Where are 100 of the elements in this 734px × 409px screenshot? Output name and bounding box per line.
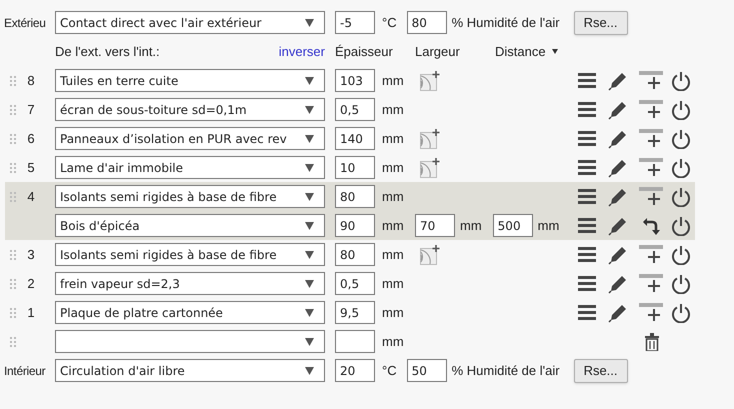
caret-icon bbox=[305, 134, 314, 142]
unit-label: mm bbox=[382, 72, 405, 90]
trash-icon[interactable] bbox=[645, 332, 659, 350]
pencil-icon[interactable] bbox=[608, 186, 627, 206]
power-icon[interactable] bbox=[671, 128, 691, 148]
layer-number: 5 bbox=[27, 160, 35, 175]
pencil-icon[interactable] bbox=[608, 158, 627, 178]
material-dropdown[interactable]: Panneaux d’isolation en PUR avec rev bbox=[55, 127, 325, 150]
material-dropdown[interactable]: Tuiles en terre cuite bbox=[55, 69, 325, 92]
menu-icon[interactable] bbox=[578, 101, 596, 118]
add-layer-icon[interactable] bbox=[639, 187, 663, 206]
thickness-field[interactable] bbox=[335, 330, 375, 353]
add-layer-icon[interactable] bbox=[639, 158, 663, 177]
temperature-field[interactable]: -5 bbox=[335, 11, 375, 34]
humidity-label: % Humidité de l'air bbox=[452, 14, 560, 32]
menu-icon[interactable] bbox=[578, 275, 596, 292]
power-icon[interactable] bbox=[671, 70, 691, 90]
material-dropdown[interactable]: Bois d'épicéa bbox=[55, 214, 325, 237]
material-dropdown[interactable]: Plaque de platre cartonnée bbox=[55, 301, 325, 324]
add-layer-icon[interactable] bbox=[639, 303, 663, 322]
add-layer-icon[interactable] bbox=[639, 274, 663, 293]
menu-icon[interactable] bbox=[578, 159, 596, 176]
pencil-icon[interactable] bbox=[608, 100, 627, 120]
unit-label: mm bbox=[382, 332, 405, 351]
power-icon[interactable] bbox=[671, 100, 691, 120]
pencil-icon[interactable] bbox=[608, 302, 627, 322]
swap-arrow-icon[interactable] bbox=[643, 216, 661, 236]
drag-handle-icon[interactable] bbox=[10, 75, 16, 86]
material-dropdown[interactable]: écran de sous-toiture sd=0,1m bbox=[55, 98, 325, 121]
pencil-icon[interactable] bbox=[608, 70, 627, 90]
unit-label: mm bbox=[460, 216, 482, 235]
menu-icon[interactable] bbox=[578, 304, 596, 321]
drag-handle-icon[interactable] bbox=[10, 278, 16, 289]
add-layer-icon[interactable] bbox=[639, 129, 663, 148]
menu-icon[interactable] bbox=[578, 246, 596, 263]
texture-add-icon[interactable] bbox=[420, 158, 440, 178]
power-icon[interactable] bbox=[671, 186, 691, 206]
pencil-icon[interactable] bbox=[608, 244, 627, 264]
thickness-field[interactable]: 90 bbox=[335, 214, 375, 237]
thickness-field[interactable]: 140 bbox=[335, 127, 375, 150]
menu-icon[interactable] bbox=[578, 188, 596, 205]
temperature-field[interactable]: 20 bbox=[335, 359, 375, 382]
unit-label: mm bbox=[538, 216, 560, 235]
drag-handle-icon[interactable] bbox=[10, 249, 16, 260]
caret-icon bbox=[305, 366, 314, 374]
layer-number: 3 bbox=[27, 246, 35, 262]
rse-button[interactable]: Rse... bbox=[574, 358, 628, 382]
direction-label: De l'ext. vers l'int.: bbox=[55, 42, 160, 61]
texture-add-icon[interactable] bbox=[420, 244, 440, 264]
add-layer-icon[interactable] bbox=[639, 100, 663, 119]
unit-label: mm bbox=[382, 158, 405, 177]
caret-icon bbox=[305, 164, 314, 172]
pencil-icon[interactable] bbox=[608, 128, 627, 148]
distance-field[interactable]: 500 bbox=[492, 214, 533, 237]
drag-handle-icon[interactable] bbox=[10, 162, 16, 173]
caret-icon bbox=[305, 106, 314, 114]
texture-add-icon[interactable] bbox=[420, 70, 440, 90]
texture-add-icon[interactable] bbox=[420, 128, 440, 148]
humidity-field[interactable]: 80 bbox=[406, 11, 447, 34]
drag-handle-icon[interactable] bbox=[10, 307, 16, 318]
unit-label: mm bbox=[382, 130, 405, 148]
drag-handle-icon[interactable] bbox=[10, 104, 16, 115]
pencil-icon[interactable] bbox=[608, 216, 627, 236]
power-icon[interactable] bbox=[671, 274, 691, 294]
caret-icon bbox=[305, 308, 314, 316]
material-dropdown[interactable]: Circulation d'air libre bbox=[55, 359, 325, 382]
power-icon[interactable] bbox=[671, 158, 691, 178]
menu-icon[interactable] bbox=[578, 217, 596, 234]
thickness-field[interactable]: 9,5 bbox=[335, 301, 375, 324]
humidity-field[interactable]: 50 bbox=[406, 359, 447, 382]
pencil-icon[interactable] bbox=[608, 274, 627, 294]
material-dropdown[interactable]: Isolants semi rigides à base de fibre bbox=[55, 243, 325, 266]
rse-button[interactable]: Rse... bbox=[574, 10, 628, 34]
unit-label: mm bbox=[382, 216, 405, 235]
thickness-field[interactable]: 80 bbox=[335, 185, 375, 208]
invert-link[interactable]: inverser bbox=[278, 42, 325, 62]
add-layer-icon[interactable] bbox=[639, 245, 663, 264]
menu-icon[interactable] bbox=[578, 130, 596, 147]
thickness-field[interactable]: 80 bbox=[335, 243, 375, 266]
thickness-field[interactable]: 103 bbox=[335, 69, 375, 92]
thickness-field[interactable]: 10 bbox=[335, 156, 375, 179]
drag-handle-icon[interactable] bbox=[10, 336, 16, 347]
material-dropdown[interactable]: Contact direct avec l'air extérieur bbox=[55, 11, 325, 34]
power-icon[interactable] bbox=[671, 302, 691, 322]
width-field[interactable]: 70 bbox=[415, 214, 455, 237]
drag-handle-icon[interactable] bbox=[10, 133, 16, 144]
add-layer-icon[interactable] bbox=[639, 71, 663, 90]
power-icon[interactable] bbox=[671, 216, 691, 236]
power-icon[interactable] bbox=[671, 244, 691, 264]
side-label: Extérieu bbox=[4, 14, 46, 32]
sort-caret-icon[interactable] bbox=[552, 49, 558, 54]
material-dropdown[interactable]: Lame d'air immobile bbox=[55, 156, 325, 179]
material-dropdown[interactable]: Isolants semi rigides à base de fibre bbox=[55, 185, 325, 208]
material-dropdown[interactable] bbox=[55, 330, 325, 353]
drag-handle-icon[interactable] bbox=[10, 191, 16, 202]
thickness-field[interactable]: 0,5 bbox=[335, 98, 375, 121]
thickness-field[interactable]: 0,5 bbox=[335, 272, 375, 295]
menu-icon[interactable] bbox=[578, 72, 596, 89]
material-dropdown[interactable]: frein vapeur sd=2,3 bbox=[55, 272, 325, 295]
layer-number: 8 bbox=[27, 72, 35, 88]
